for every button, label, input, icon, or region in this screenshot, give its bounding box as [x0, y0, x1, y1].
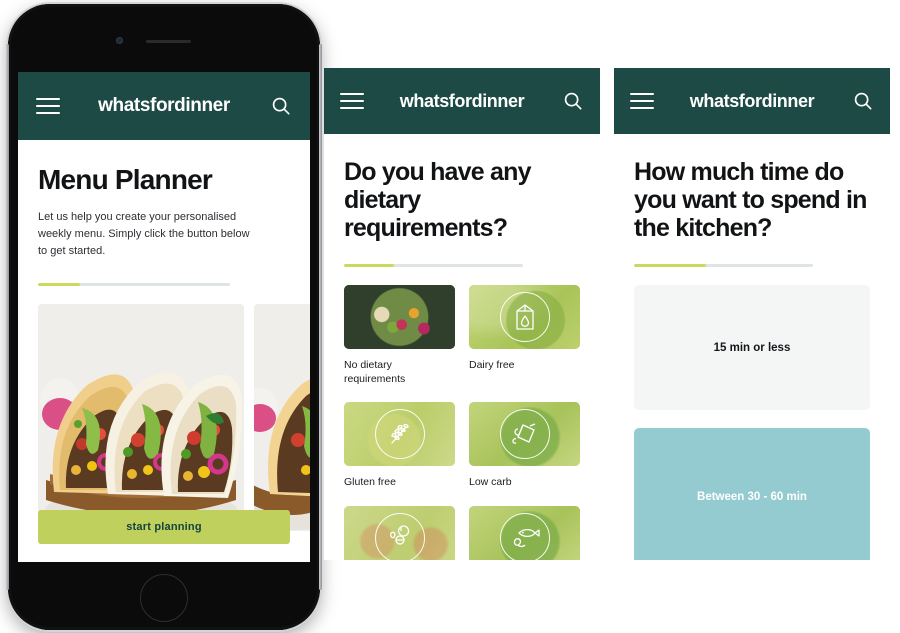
- salad-bowl-photo: [344, 285, 455, 349]
- dietary-option-low-carb[interactable]: Low carb: [469, 402, 580, 499]
- option-thumbnail: [344, 402, 455, 467]
- wheat-sheaf-icon: [374, 409, 425, 460]
- option-thumbnail: [469, 505, 580, 560]
- carousel-slide-main[interactable]: [38, 303, 244, 531]
- dietary-option-no-requirements[interactable]: No dietary requirements: [344, 285, 455, 396]
- app-header-1: whatsfordinner: [18, 72, 310, 140]
- progress-bar-1: [38, 282, 230, 286]
- dietary-option-dairy-free[interactable]: Dairy free: [469, 285, 580, 396]
- option-label: Low carb: [469, 476, 512, 489]
- phone-screen-1: whatsfordinner Menu Planner Let us help …: [18, 72, 310, 562]
- brand-logo-3: whatsfordinner: [689, 90, 815, 111]
- screen-1-body: Menu Planner Let us help you create your…: [18, 140, 310, 531]
- taco-photo: [38, 303, 244, 531]
- device-bezel-left: [6, 44, 9, 590]
- earpiece-speaker: [146, 40, 191, 43]
- option-thumbnail: [469, 285, 580, 349]
- screenshot-stage: whatsfordinner Menu Planner Let us help …: [0, 0, 900, 633]
- option-label: Dairy free: [469, 359, 515, 371]
- page-title: Menu Planner: [38, 164, 213, 195]
- page-subtext: Let us help you create your personalised…: [38, 211, 250, 258]
- hamburger-menu-icon[interactable]: [630, 93, 654, 109]
- option-thumbnail: [344, 505, 455, 560]
- page-title: Do you have any dietary requirements?: [344, 158, 531, 242]
- vegetarian-icon: [374, 512, 425, 560]
- progress-fill: [344, 264, 395, 267]
- screen-3-body: How much time do you want to spend in th…: [614, 134, 890, 560]
- phone-device-frame: whatsfordinner Menu Planner Let us help …: [6, 4, 322, 630]
- progress-bar-3: [634, 264, 814, 267]
- time-option-30-60-min[interactable]: Between 30 - 60 min: [634, 428, 870, 560]
- search-icon[interactable]: [852, 90, 874, 112]
- option-label: Gluten free: [344, 476, 396, 489]
- progress-fill: [634, 264, 706, 267]
- progress-fill: [38, 282, 81, 286]
- phone-screen-2: whatsfordinner Do you have any dietary r…: [324, 68, 600, 560]
- option-thumbnail: [344, 285, 455, 349]
- dietary-option-pescatarian[interactable]: [469, 505, 580, 560]
- time-option-15-min[interactable]: 15 min or less: [634, 285, 870, 410]
- page-title: How much time do you want to spend in th…: [634, 158, 867, 242]
- dietary-option-gluten-free[interactable]: Gluten free: [344, 402, 455, 499]
- brand-logo-2: whatsfordinner: [399, 90, 525, 111]
- option-label: No dietary requirements: [344, 359, 406, 386]
- carousel-slide-next[interactable]: [254, 303, 310, 531]
- front-camera-icon: [116, 37, 123, 44]
- search-icon[interactable]: [562, 90, 584, 112]
- app-header-3: whatsfordinner: [614, 68, 890, 134]
- device-bezel-right: [319, 44, 322, 590]
- screen-2-body: Do you have any dietary requirements? No…: [324, 134, 600, 560]
- start-planning-button[interactable]: start planning: [38, 510, 290, 544]
- search-icon[interactable]: [270, 95, 292, 117]
- hamburger-menu-icon[interactable]: [340, 93, 364, 109]
- hamburger-menu-icon[interactable]: [36, 98, 60, 114]
- option-thumbnail: [469, 402, 580, 467]
- recipe-carousel[interactable]: [38, 303, 310, 531]
- taco-photo-next: [254, 303, 310, 531]
- bread-slice-icon: [499, 409, 550, 460]
- home-button[interactable]: [140, 574, 188, 622]
- phone-screen-3: whatsfordinner How much time do you want…: [614, 68, 890, 560]
- dietary-option-vegetarian[interactable]: [344, 505, 455, 560]
- brand-logo-1: whatsfordinner: [98, 95, 230, 116]
- fish-icon: [499, 512, 550, 560]
- app-header-2: whatsfordinner: [324, 68, 600, 134]
- milk-carton-icon: [499, 292, 550, 342]
- progress-bar-2: [344, 264, 524, 267]
- dietary-options-grid: No dietary requirements Dairy free Glute…: [344, 285, 580, 560]
